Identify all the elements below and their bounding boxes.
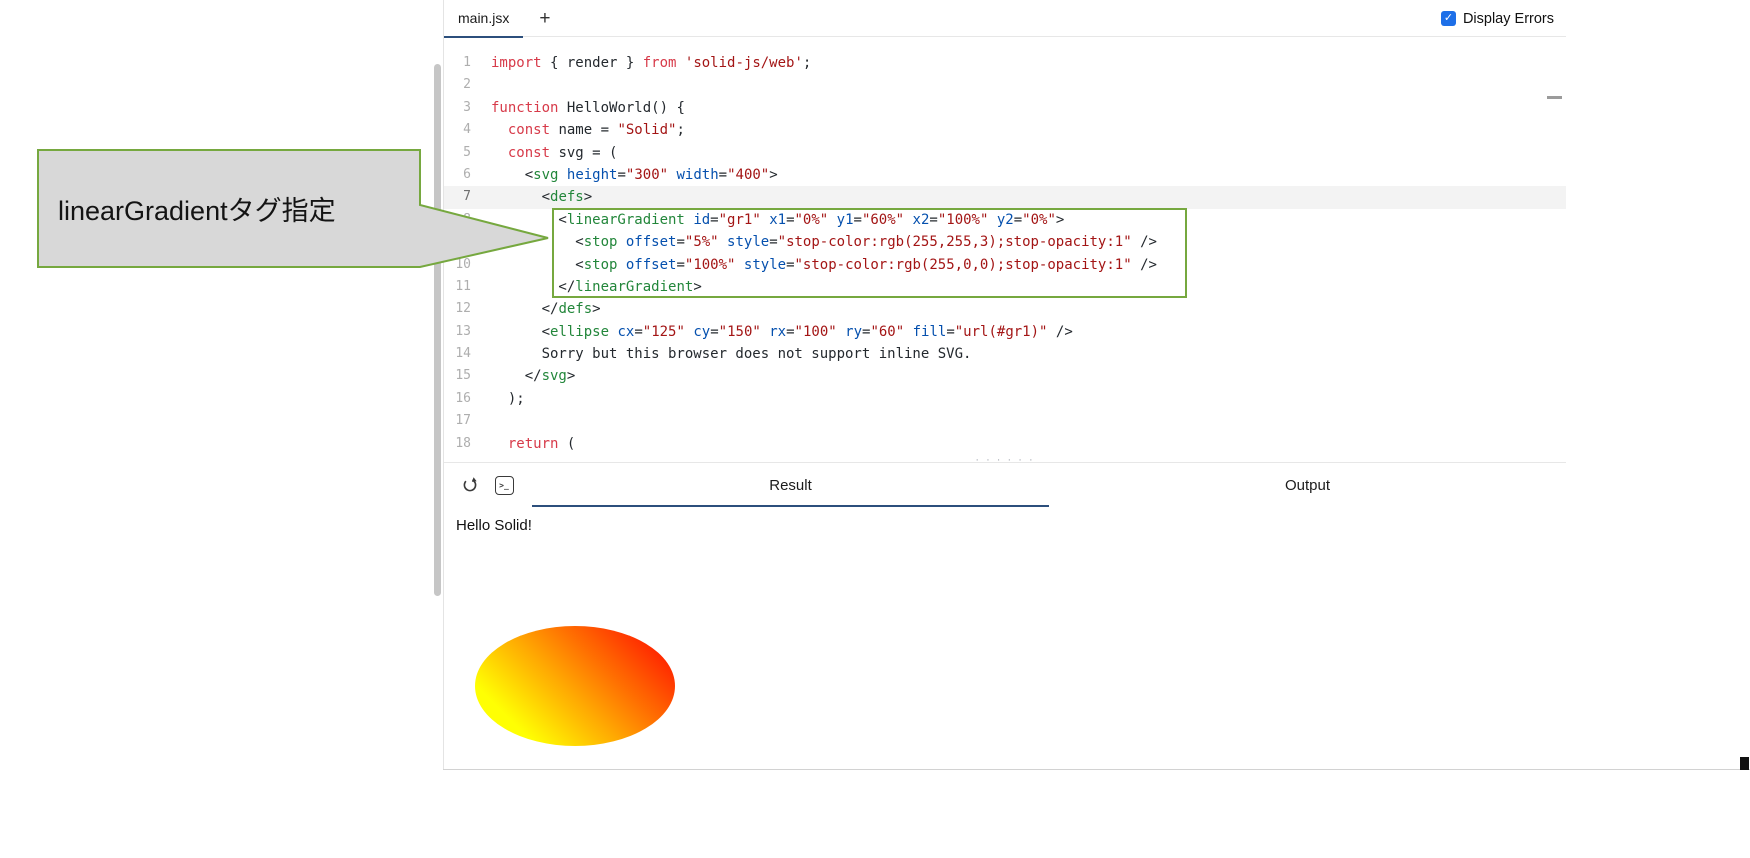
tab-label: main.jsx (458, 10, 510, 26)
display-errors-label: Display Errors (1462, 10, 1554, 27)
code-line[interactable]: 10 <stop offset="100%" style="stop-color… (444, 254, 1566, 276)
code-line[interactable]: 17 (444, 410, 1566, 432)
tab-bar: main.jsx + ✓ Display Errors (444, 0, 1566, 38)
code-text: ); (491, 390, 525, 407)
bottom-panel: >_ Result Output Hello Solid! (444, 462, 1566, 770)
line-number: 13 (455, 323, 471, 339)
playground-app: main.jsx + ✓ Display Errors 1 import { re… (443, 0, 1566, 770)
code-text: import { render } from 'solid-js/web'; (491, 55, 812, 71)
code-line[interactable]: 16 ); (444, 388, 1566, 410)
tab-main-jsx[interactable]: main.jsx (444, 0, 524, 38)
code-text: </defs> (491, 301, 601, 318)
tab-result[interactable]: Result (532, 463, 1049, 507)
hello-text: Hello Solid! (456, 517, 532, 534)
code-text: </linearGradient> (491, 278, 702, 295)
code-line[interactable]: 18 return ( (444, 433, 1566, 455)
code-text: Sorry but this browser does not support … (491, 346, 972, 363)
code-text: <stop offset="5%" style="stop-color:rgb(… (491, 234, 1157, 251)
terminal-icon: >_ (494, 475, 514, 495)
code-text: <ellipse cx="125" cy="150" rx="100" ry="… (491, 323, 1073, 340)
code-line[interactable]: 3 function HelloWorld() { (444, 97, 1566, 119)
panel-toolbar: >_ Result Output (444, 463, 1566, 507)
result-tab-label: Result (769, 476, 812, 494)
result-view: Hello Solid! (444, 507, 1566, 836)
display-errors-checkbox[interactable]: ✓ (1440, 11, 1456, 26)
code-text: return ( (507, 435, 576, 452)
line-number: 3 (463, 99, 471, 115)
cursor-artifact (1740, 757, 1749, 770)
panel-icons: >_ (444, 463, 532, 507)
add-tab-button[interactable]: + (533, 5, 556, 32)
code-line[interactable]: 9 <stop offset="5%" style="stop-color:rg… (444, 231, 1566, 253)
code-line[interactable]: 6 <svg height="300" width="400"> (444, 164, 1566, 186)
check-icon: ✓ (1443, 12, 1454, 24)
code-line[interactable]: 1 import { render } from 'solid-js/web'; (444, 52, 1566, 74)
line-number: 18 (455, 435, 471, 451)
code-line[interactable]: 11 </linearGradient> (444, 276, 1566, 298)
code-line[interactable]: 13 <ellipse cx="125" cy="150" rx="100" r… (444, 321, 1566, 343)
line-number: 1 (463, 55, 471, 70)
refresh-icon (463, 477, 477, 492)
terminal-glyph: >_ (499, 480, 509, 490)
console-button[interactable]: >_ (493, 474, 515, 496)
code-text: </svg> (491, 368, 576, 385)
code-line[interactable]: 4 const name = "Solid"; (444, 119, 1566, 141)
output-tab-label: Output (1284, 476, 1331, 494)
line-number: 14 (455, 346, 471, 362)
code-text: <stop offset="100%" style="stop-color:rg… (491, 256, 1157, 273)
code-line[interactable]: 5 const svg = ( (444, 142, 1566, 164)
line-number: 12 (455, 301, 471, 317)
code-line[interactable]: 14 Sorry but this browser does not suppo… (444, 343, 1566, 365)
tab-output[interactable]: Output (1049, 463, 1566, 507)
editor-scroll-marker (1547, 96, 1562, 99)
annotation-text: linearGradientタグ指定 (58, 196, 336, 226)
splitter-handle[interactable]: · · · · · · (444, 454, 1566, 466)
gradient-ellipse (475, 626, 675, 746)
code-line[interactable]: 8 <linearGradient id="gr1" x1="0%" y1="6… (444, 209, 1566, 231)
code-lines: 1 import { render } from 'solid-js/web'; 2… (444, 38, 1566, 455)
result-svg (475, 626, 675, 746)
code-line[interactable]: 12 </defs> (444, 298, 1566, 320)
refresh-button[interactable] (459, 474, 481, 496)
code-line[interactable]: 7 <defs> (444, 186, 1566, 209)
code-editor: 1 import { render } from 'solid-js/web'; 2… (444, 38, 1566, 462)
line-number: 16 (455, 390, 471, 406)
line-number: 11 (455, 278, 471, 294)
line-number: 4 (463, 122, 471, 138)
code-line[interactable]: 2 (444, 74, 1566, 96)
display-errors-toggle: ✓ Display Errors (1440, 0, 1554, 37)
line-number: 2 (463, 77, 471, 93)
code-text: const name = "Solid"; (507, 122, 685, 139)
app-bottom-border (443, 769, 1750, 770)
line-number: 15 (455, 368, 471, 384)
line-number: 17 (455, 413, 471, 429)
code-line[interactable]: 15 </svg> (444, 365, 1566, 387)
code-text: function HelloWorld() { (491, 99, 685, 116)
